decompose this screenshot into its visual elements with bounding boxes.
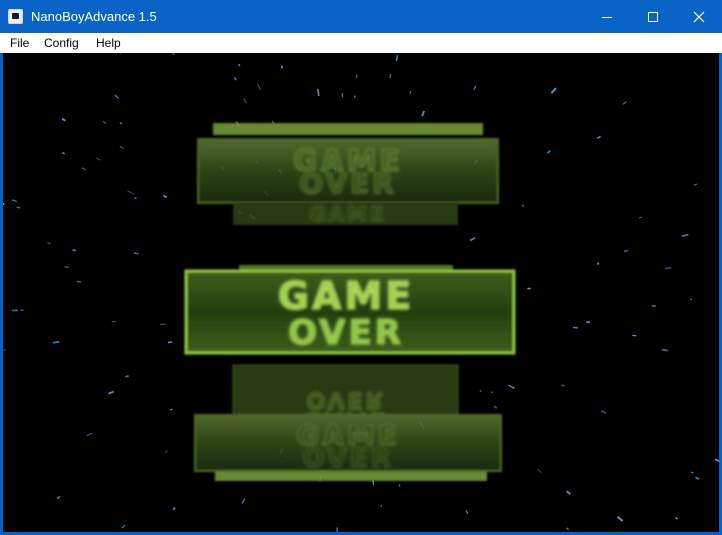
star xyxy=(661,348,668,352)
star xyxy=(465,510,469,515)
menu-bar: File Config Help xyxy=(0,33,722,53)
star xyxy=(72,249,77,252)
star xyxy=(134,196,137,200)
game-over-line2: OVER xyxy=(288,313,404,353)
star xyxy=(160,323,166,326)
close-icon xyxy=(693,11,705,22)
star xyxy=(546,150,551,154)
menu-config[interactable]: Config xyxy=(44,35,79,51)
star xyxy=(561,384,565,387)
star xyxy=(622,101,627,105)
game-text-top-2: OVER xyxy=(299,167,396,200)
star xyxy=(508,384,515,389)
star xyxy=(521,204,525,207)
close-button[interactable] xyxy=(676,0,722,33)
star xyxy=(493,405,498,409)
star xyxy=(16,206,21,209)
star xyxy=(479,390,482,393)
game-over-panel-bottom: OVER GAME GAME OVER xyxy=(194,364,502,481)
star xyxy=(714,458,719,462)
emulator-window: NanoBoyAdvance 1.5 File Config Help GAME… xyxy=(0,0,722,535)
star xyxy=(681,233,689,238)
app-icon xyxy=(8,9,23,24)
star xyxy=(108,390,114,395)
star xyxy=(61,151,66,155)
game-over-panel-top: GAME OVER GAME xyxy=(197,123,499,227)
star xyxy=(162,194,168,199)
star xyxy=(165,450,168,454)
star xyxy=(171,53,175,56)
star xyxy=(690,471,694,474)
star xyxy=(167,340,173,344)
star xyxy=(47,242,51,244)
star xyxy=(280,65,284,69)
star xyxy=(121,524,126,529)
star xyxy=(566,527,570,531)
minimize-icon xyxy=(602,16,612,18)
game-screen[interactable]: GAME OVER GAME GAME OVER OVER GAME GAME xyxy=(3,53,719,532)
star xyxy=(537,468,542,474)
star xyxy=(56,495,61,500)
star xyxy=(473,85,477,90)
maximize-icon xyxy=(648,11,658,22)
title-bar[interactable]: NanoBoyAdvance 1.5 xyxy=(0,0,722,33)
menu-file[interactable]: File xyxy=(10,35,29,51)
star xyxy=(86,432,93,437)
star xyxy=(638,216,643,219)
star xyxy=(96,157,101,161)
star xyxy=(119,145,125,150)
game-over-panel-center: GAME OVER xyxy=(184,265,516,355)
star xyxy=(600,410,607,414)
star xyxy=(241,498,246,504)
star xyxy=(617,516,624,522)
star xyxy=(566,490,571,496)
window-title: NanoBoyAdvance 1.5 xyxy=(31,9,157,24)
star xyxy=(421,110,425,117)
star xyxy=(572,326,578,329)
game-text-bottom-4: OVER xyxy=(302,444,393,474)
star xyxy=(61,117,66,122)
star xyxy=(693,183,698,186)
maximize-button[interactable] xyxy=(630,0,676,33)
star xyxy=(81,167,87,171)
star xyxy=(133,251,139,255)
menu-help[interactable]: Help xyxy=(96,35,121,51)
star xyxy=(664,267,672,270)
game-over-scene: GAME OVER GAME GAME OVER OVER GAME GAME xyxy=(3,53,719,532)
star xyxy=(233,76,237,81)
star xyxy=(11,199,17,202)
star xyxy=(395,55,399,62)
minimize-button[interactable] xyxy=(584,0,630,33)
star xyxy=(257,83,261,91)
star xyxy=(102,120,107,124)
star xyxy=(389,73,392,79)
star xyxy=(695,476,700,480)
star xyxy=(172,506,176,511)
star xyxy=(398,484,401,487)
star xyxy=(490,391,494,394)
star xyxy=(409,90,412,94)
star xyxy=(3,202,5,206)
star xyxy=(316,88,320,96)
star xyxy=(597,135,601,140)
star xyxy=(52,340,60,344)
star xyxy=(127,190,135,195)
star xyxy=(114,94,120,99)
star xyxy=(243,98,247,104)
star xyxy=(125,375,129,378)
star xyxy=(237,63,241,67)
game-over-line1: GAME xyxy=(278,274,414,318)
star xyxy=(550,87,557,94)
star xyxy=(119,121,123,125)
star xyxy=(623,249,629,253)
star xyxy=(469,236,476,242)
star xyxy=(675,516,678,520)
game-text-top-3: GAME xyxy=(309,202,386,226)
star xyxy=(169,408,173,411)
